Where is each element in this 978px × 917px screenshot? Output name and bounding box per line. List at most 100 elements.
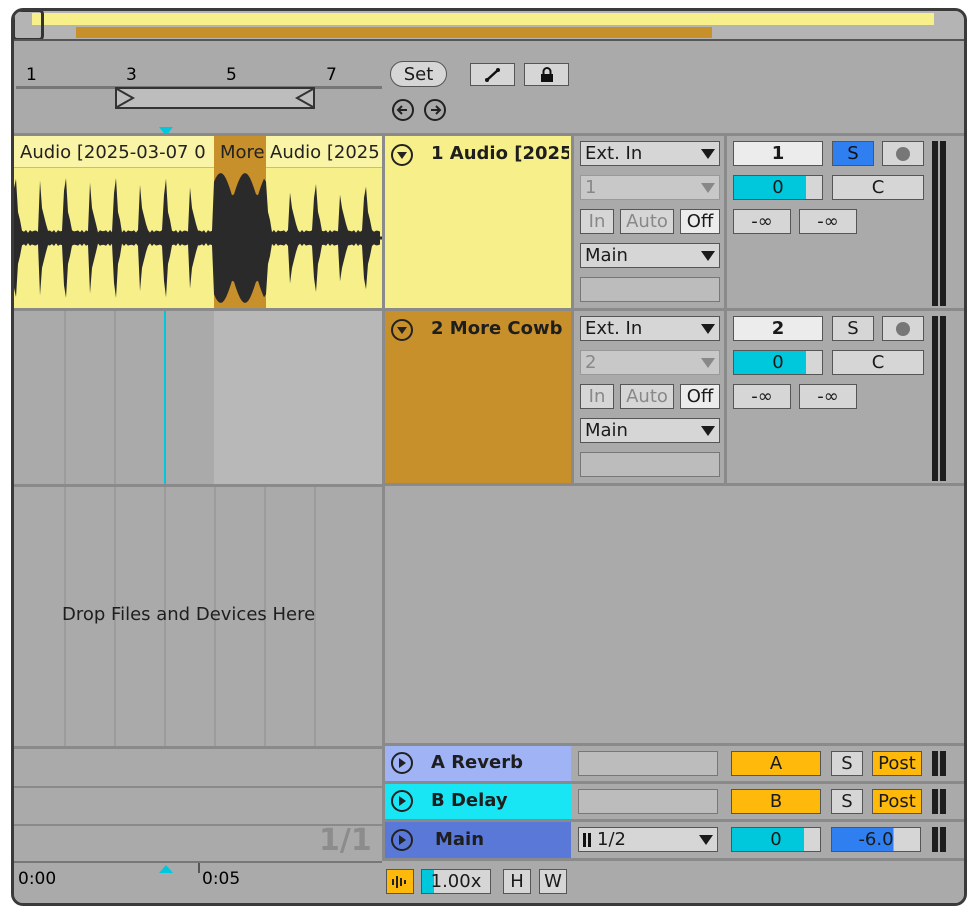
select-value: Ext. In (585, 143, 643, 164)
track-io-1: Ext. In 1 In Auto Off Main (574, 136, 724, 308)
return-activator-button[interactable]: A (731, 751, 821, 776)
level-meter-right (940, 751, 946, 776)
arrow-right-icon (431, 105, 442, 115)
clip-name: More (220, 142, 265, 163)
chevron-down-icon (701, 250, 715, 261)
return-track-a[interactable]: A Reverb (385, 746, 571, 781)
drop-zone[interactable] (385, 486, 964, 746)
monitor-off-button[interactable]: Off (680, 384, 720, 409)
monitor-off-button[interactable]: Off (680, 209, 720, 234)
overview-bar[interactable] (14, 11, 964, 41)
send-a-control[interactable]: -∞ (733, 384, 791, 409)
return-track-b[interactable]: B Delay (385, 784, 571, 819)
bar-label: 5 (226, 65, 237, 85)
output-select[interactable]: Main (580, 418, 720, 443)
chevron-down-icon (397, 327, 407, 334)
track-fold-button[interactable] (391, 790, 413, 812)
record-dot-icon (896, 146, 910, 161)
track-name: A Reverb (431, 752, 523, 773)
audio-clip[interactable]: Audio [2025-03-07 0 More Audio [2025 (14, 136, 382, 308)
input-channel-select[interactable]: 2 (580, 350, 720, 375)
chevron-down-icon (701, 357, 715, 368)
chevron-right-icon (399, 796, 406, 806)
track-fold-button[interactable] (391, 319, 413, 341)
chevron-right-icon (399, 758, 406, 768)
solo-button[interactable]: S (832, 316, 874, 341)
time-ruler[interactable]: 0:00 0:05 (14, 861, 382, 903)
input-channel-select[interactable]: 1 (580, 175, 720, 200)
clip-name: Audio [2025-03-07 0 (20, 142, 206, 163)
beat-ruler[interactable]: 1 3 5 7 (14, 41, 382, 136)
solo-button[interactable]: S (831, 789, 863, 814)
volume-slider[interactable]: 0 (733, 175, 823, 200)
post-button[interactable]: Post (872, 789, 922, 814)
chevron-down-icon (397, 152, 407, 159)
bar-label: 7 (326, 65, 337, 85)
main-track[interactable]: Main (385, 822, 571, 858)
solo-button[interactable]: S (832, 141, 874, 166)
track-fold-button[interactable] (391, 144, 413, 166)
track-fold-button[interactable] (391, 829, 413, 851)
level-meter-left (932, 789, 938, 814)
height-toggle-button[interactable]: H (503, 869, 531, 894)
back-arrow-button[interactable] (392, 99, 414, 121)
output-select[interactable]: Main (580, 243, 720, 268)
return-output-field[interactable] (578, 789, 718, 814)
playhead-marker-bottom[interactable] (159, 865, 173, 873)
draw-mode-button[interactable] (470, 63, 515, 86)
selected-time-range (214, 311, 382, 486)
chevron-right-icon (399, 835, 406, 845)
chevron-down-icon (701, 323, 715, 334)
select-value: Ext. In (585, 318, 643, 339)
arrangement-area[interactable]: Audio [2025-03-07 0 More Audio [2025 Dro… (14, 136, 382, 861)
lock-button[interactable] (524, 63, 569, 86)
solo-button[interactable]: S (831, 751, 863, 776)
zoom-field[interactable]: 1.00x (421, 869, 491, 894)
post-button[interactable]: Post (872, 751, 922, 776)
input-type-select[interactable]: Ext. In (580, 141, 720, 166)
send-b-control[interactable]: -∞ (799, 384, 857, 409)
return-activator-button[interactable]: B (731, 789, 821, 814)
pan-control[interactable]: C (832, 175, 924, 200)
record-dot-icon (896, 321, 910, 336)
set-button[interactable]: Set (390, 61, 447, 87)
track-activator-button[interactable]: 1 (733, 141, 823, 166)
time-label: 0:00 (18, 869, 57, 889)
output-channel-field[interactable] (580, 277, 720, 302)
send-b-control[interactable]: -∞ (799, 209, 857, 234)
track-name: 1 Audio [2025 (431, 143, 569, 164)
track-activator-button[interactable]: 2 (733, 316, 823, 341)
main-volume-slider[interactable]: 0 (731, 827, 821, 852)
arm-button[interactable] (882, 316, 924, 341)
monitor-auto-button[interactable]: Auto (620, 384, 674, 409)
tick (198, 863, 200, 873)
track-fold-button[interactable] (391, 752, 413, 774)
width-toggle-button[interactable]: W (539, 869, 567, 894)
arm-button[interactable] (882, 141, 924, 166)
forward-arrow-button[interactable] (424, 99, 446, 121)
output-channel-field[interactable] (580, 452, 720, 477)
pencil-icon (484, 67, 500, 82)
waveform-toggle-button[interactable] (386, 869, 414, 894)
lock-icon (540, 66, 553, 82)
cue-icon (583, 832, 586, 847)
input-type-select[interactable]: Ext. In (580, 316, 720, 341)
level-meter-left (932, 141, 938, 306)
overview-viewport-handle[interactable] (14, 11, 44, 41)
cue-volume-slider[interactable]: -6.0 (831, 827, 921, 852)
monitor-auto-button[interactable]: Auto (620, 209, 674, 234)
monitor-in-button[interactable]: In (580, 209, 614, 234)
volume-slider[interactable]: 0 (733, 350, 823, 375)
loop-brace[interactable] (115, 87, 315, 109)
pan-control[interactable]: C (832, 350, 924, 375)
level-meter-right (940, 827, 946, 852)
track-header-1[interactable]: 1 Audio [2025 (385, 136, 571, 308)
level-meter-right (940, 316, 946, 481)
track-divider (14, 484, 382, 487)
monitor-in-button[interactable]: In (580, 384, 614, 409)
send-a-control[interactable]: -∞ (733, 209, 791, 234)
track-header-2[interactable]: 2 More Cowb (385, 311, 571, 486)
track-divider (14, 786, 382, 788)
cue-out-select[interactable]: 1/2 (578, 827, 718, 852)
return-output-field[interactable] (578, 751, 718, 776)
